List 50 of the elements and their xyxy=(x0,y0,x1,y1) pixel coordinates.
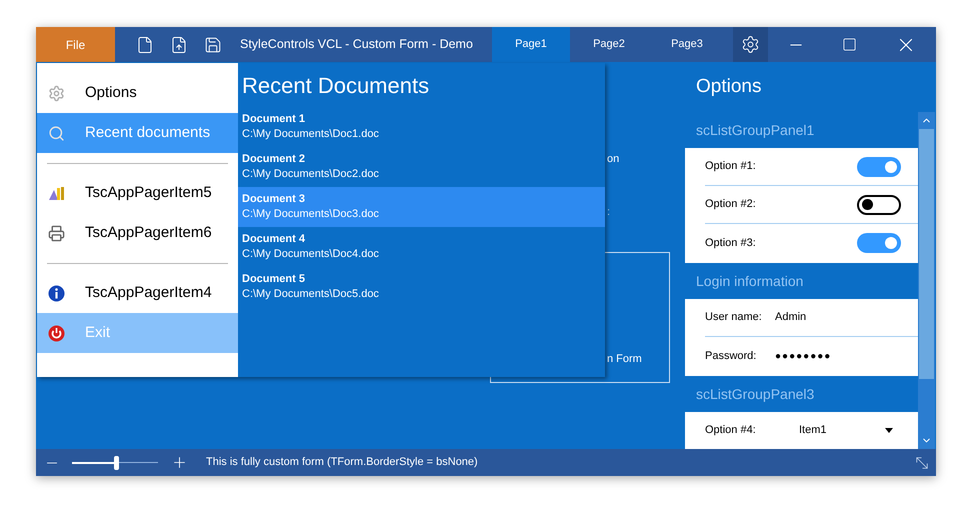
label-fragment: : xyxy=(607,205,610,220)
tab[interactable]: Page1 xyxy=(492,27,570,62)
document-item[interactable]: Document 4 C:\My Documents\Doc4.doc xyxy=(238,227,605,267)
toggle-switch[interactable] xyxy=(857,156,901,176)
field-label: Option #3: xyxy=(705,236,757,251)
document-item[interactable]: Document 1 C:\My Documents\Doc1.doc xyxy=(238,107,605,147)
dropdown-arrow-icon xyxy=(885,428,893,433)
group-header: Login information xyxy=(695,272,804,291)
menu-item[interactable]: TscAppPagerItem6 xyxy=(37,213,238,253)
menu-item[interactable]: TscAppPagerItem4 xyxy=(37,273,238,313)
zoom-in-icon[interactable] xyxy=(171,454,188,471)
save-icon[interactable] xyxy=(204,36,222,54)
field-label: User name: xyxy=(705,310,763,326)
label-fragment: on xyxy=(607,152,620,167)
window-title: StyleControls VCL - Custom Form - Demo xyxy=(239,36,474,54)
field-label: Option #2: xyxy=(705,197,757,212)
new-file-icon[interactable] xyxy=(136,36,154,54)
label-fragment: n Form xyxy=(607,352,642,367)
group-header: scListGroupPanel3 xyxy=(695,384,816,404)
panel-title: Options xyxy=(695,74,762,99)
menu-item[interactable]: Options xyxy=(37,73,238,113)
zoom-slider[interactable] xyxy=(72,456,158,470)
combo-box[interactable]: Item1 xyxy=(799,422,893,439)
group-header: scListGroupPanel1 xyxy=(695,120,816,140)
info-icon xyxy=(48,284,65,302)
field-label: Password: xyxy=(705,348,758,364)
document-item[interactable]: Document 5 C:\My Documents\Doc5.doc xyxy=(238,267,605,307)
printer-icon xyxy=(48,224,65,242)
gear-icon xyxy=(48,84,65,102)
toggle-switch[interactable] xyxy=(857,233,901,253)
status-text: This is fully custom form (TForm.BorderStyle = bsNone) xyxy=(206,455,478,470)
tab[interactable]: Page2 xyxy=(570,27,648,62)
document-item[interactable]: Document 3 C:\My Documents\Doc3.doc xyxy=(238,187,605,227)
tab[interactable]: Page3 xyxy=(648,27,726,62)
scrollbar[interactable] xyxy=(918,112,935,449)
field-label: Option #1: xyxy=(705,159,757,174)
chart-icon xyxy=(48,184,65,202)
recent-title: Recent Documents xyxy=(241,72,430,100)
toggle-switch[interactable] xyxy=(857,194,901,214)
settings-icon xyxy=(741,35,760,54)
field-value[interactable]: ●●●●●●●● xyxy=(775,348,832,364)
field-label: Option #4: xyxy=(705,423,757,438)
settings-button[interactable] xyxy=(733,27,768,62)
document-item[interactable]: Document 2 C:\My Documents\Doc2.doc xyxy=(238,147,605,187)
power-icon xyxy=(48,324,65,342)
maximize-icon[interactable] xyxy=(842,37,858,52)
menu-item[interactable]: TscAppPagerItem5 xyxy=(37,173,238,213)
field-value[interactable]: Admin xyxy=(775,309,806,326)
open-file-icon[interactable] xyxy=(170,36,188,54)
magnifier-icon xyxy=(48,124,65,142)
